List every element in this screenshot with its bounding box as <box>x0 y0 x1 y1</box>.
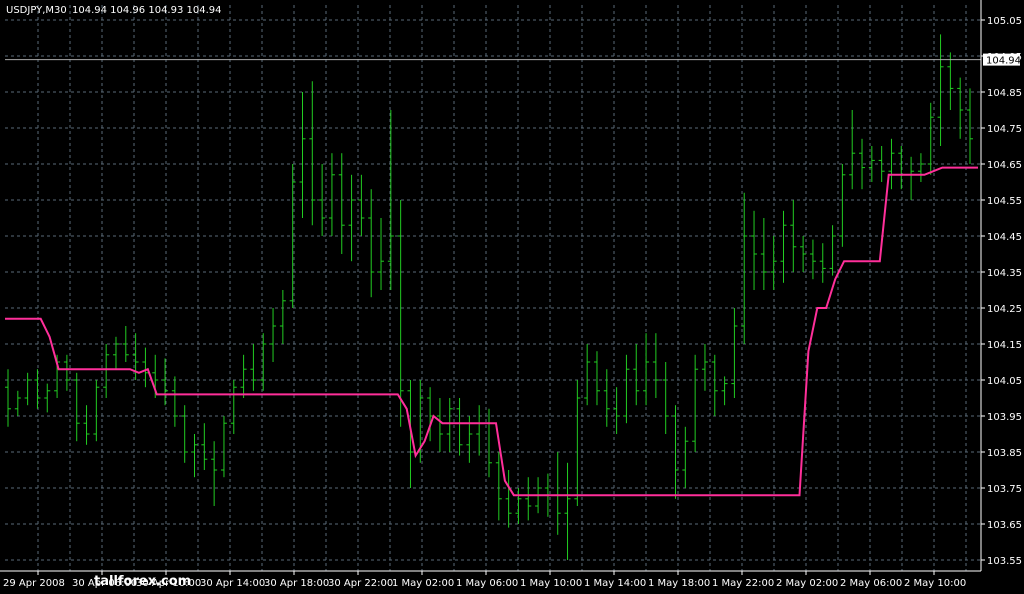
price-tick-label: 105.05 <box>987 16 1022 27</box>
time-tick-label: 2 May 02:00 <box>776 578 838 589</box>
time-tick-label: 1 May 02:00 <box>392 578 454 589</box>
time-tick-label: 1 May 22:00 <box>712 578 774 589</box>
price-tick-label: 104.65 <box>987 160 1022 171</box>
price-label: 104.94 <box>983 53 1021 67</box>
price-tick-label: 103.95 <box>987 412 1022 423</box>
price-tick-label: 104.35 <box>987 268 1022 279</box>
price-tick-label: 103.75 <box>987 484 1022 495</box>
time-tick-label: 1 May 10:00 <box>520 578 582 589</box>
ohlc-readout: 104.94 104.96 104.93 104.94 <box>72 5 222 16</box>
price-tick-label: 104.15 <box>987 340 1022 351</box>
price-tick-label: 103.65 <box>987 520 1022 531</box>
price-tick-label: 104.55 <box>987 196 1022 207</box>
time-tick-label: 2 May 06:00 <box>840 578 902 589</box>
time-tick-label: 30 Apr 22:00 <box>328 578 393 589</box>
symbol-timeframe: USDJPY,M30 <box>6 5 67 16</box>
time-tick-label: 30 Apr 14:00 <box>200 578 265 589</box>
time-tick-label: 2 May 10:00 <box>904 578 966 589</box>
price-tick-label: 103.85 <box>987 448 1022 459</box>
price-tick-label: 104.05 <box>987 376 1022 387</box>
price-label-text: 104.94 <box>986 56 1021 67</box>
time-tick-label: 1 May 14:00 <box>584 578 646 589</box>
price-tick-label: 104.75 <box>987 124 1022 135</box>
price-tick-label: 104.85 <box>987 88 1022 99</box>
time-tick-label: 1 May 18:00 <box>648 578 710 589</box>
time-tick-label: 29 Apr 2008 <box>3 578 65 589</box>
time-tick-label: 1 May 06:00 <box>456 578 518 589</box>
price-tick-label: 103.55 <box>987 556 1022 567</box>
price-tick-label: 104.25 <box>987 304 1022 315</box>
time-tick-label: 30 Apr 18:00 <box>264 578 329 589</box>
price-chart: 105.05104.95104.85104.75104.65104.55104.… <box>0 0 1024 594</box>
price-tick-label: 104.45 <box>987 232 1022 243</box>
watermark: tallforex.com <box>94 574 191 589</box>
